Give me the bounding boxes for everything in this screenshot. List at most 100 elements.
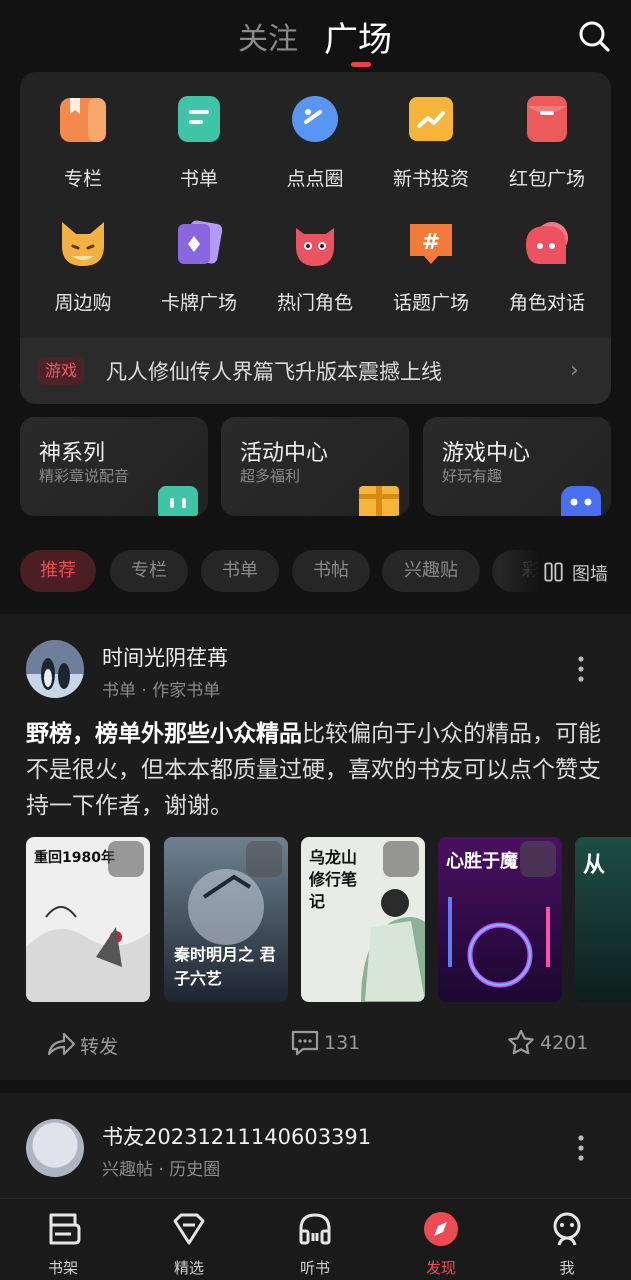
diamond-icon <box>173 1213 205 1245</box>
headphones-icon <box>299 1213 331 1245</box>
nav-profile[interactable]: 我 <box>504 1199 630 1280</box>
book-title: 秦时明月之 君子六艺 <box>174 945 276 988</box>
grid-item-merch[interactable]: 周边购 <box>28 196 138 314</box>
chips-fade <box>500 550 540 594</box>
card-activity-center[interactable]: 活动中心 超多福利 <box>221 417 409 516</box>
card-subtitle: 精彩章说配音 <box>39 467 130 485</box>
gift-icon <box>359 486 399 516</box>
avatar[interactable] <box>26 1119 84 1177</box>
chat-bubble-icon <box>522 218 572 268</box>
post-title: 野榜，榜单外那些小众精品 <box>26 721 302 747</box>
nav-label: 听书 <box>299 1259 330 1277</box>
like-count: 4201 <box>540 1032 589 1054</box>
nav-audiobook[interactable]: 听书 <box>252 1199 378 1280</box>
chip-column[interactable]: 专栏 <box>110 550 188 592</box>
grid-label: 话题广场 <box>392 292 469 314</box>
fox-icon <box>58 218 108 268</box>
book-cover[interactable]: 从 <box>575 837 631 1002</box>
card-game-center[interactable]: 游戏中心 好玩有趣 <box>423 417 611 516</box>
grid-label: 点点圈 <box>286 168 344 190</box>
post-card[interactable]: 时间光阴荏苒 书单 · 作家书单 野榜，榜单外那些小众精品比较偏向于小众的精品，… <box>0 614 631 1080</box>
add-to-shelf-icon[interactable] <box>108 841 144 877</box>
chevron-right-icon: › <box>570 358 579 383</box>
more-vertical-icon[interactable] <box>571 1133 591 1163</box>
image-wall-label: 图墙 <box>572 564 608 585</box>
grid-item-hot-roles[interactable]: 热门角色 <box>260 196 370 314</box>
add-to-shelf-icon[interactable] <box>520 841 556 877</box>
book-cover[interactable]: 乌龙山修行笔记 <box>301 837 425 1002</box>
add-to-shelf-icon[interactable] <box>383 841 419 877</box>
hashtag-icon: # <box>406 218 456 268</box>
grid-label: 卡牌广场 <box>160 292 237 314</box>
grid-label: 书单 <box>179 168 218 190</box>
post-username[interactable]: 书友20231211140603391 <box>102 1121 371 1151</box>
grid-label: 周边购 <box>54 292 112 314</box>
like-button[interactable]: 4201 <box>506 1028 606 1060</box>
grid-label: 新书投资 <box>392 168 469 190</box>
grid-item-invest[interactable]: 新书投资 <box>376 72 486 190</box>
booklist-icon <box>174 94 224 144</box>
chip-interest-post[interactable]: 兴趣贴 <box>382 550 480 592</box>
grid-label: 热门角色 <box>276 292 353 314</box>
grid-item-column[interactable]: 专栏 <box>28 72 138 190</box>
star-icon <box>508 1029 534 1055</box>
invest-icon <box>406 94 456 144</box>
image-wall-button[interactable]: 图墙 <box>540 550 631 594</box>
book-cover[interactable]: 重回1980年 <box>26 837 150 1002</box>
grid-item-redpacket[interactable]: 红包广场 <box>492 72 602 190</box>
bookshelf-icon <box>49 1213 81 1245</box>
comment-icon <box>291 1030 319 1056</box>
book-cover[interactable]: 心胜于魔 <box>438 837 562 1002</box>
book-title: 重回1980年 <box>34 850 115 866</box>
nav-featured[interactable]: 精选 <box>126 1199 252 1280</box>
grid-item-topics[interactable]: # 话题广场 <box>376 196 486 314</box>
post-meta: 兴趣帖 · 历史圈 <box>102 1160 221 1180</box>
grid-item-role-chat[interactable]: 角色对话 <box>492 196 602 314</box>
add-to-shelf-icon[interactable] <box>246 841 282 877</box>
grid-item-booklist[interactable]: 书单 <box>144 72 254 190</box>
book-cover[interactable]: 秦时明月之 君子六艺 <box>164 837 288 1002</box>
post-body[interactable]: 野榜，榜单外那些小众精品比较偏向于小众的精品，可能不是很火，但本本都质量过硬，喜… <box>26 716 610 824</box>
tab-square[interactable]: 广场 <box>324 12 392 61</box>
tab-following[interactable]: 关注 <box>238 14 298 58</box>
profile-icon <box>553 1212 581 1246</box>
grid-label: 角色对话 <box>508 292 585 314</box>
compass-icon <box>424 1212 458 1246</box>
chip-recommend[interactable]: 推荐 <box>20 550 96 592</box>
nav-discover[interactable]: 发现 <box>378 1199 504 1280</box>
avatar[interactable] <box>26 640 84 698</box>
more-vertical-icon[interactable] <box>571 654 591 684</box>
post-meta: 书单 · 作家书单 <box>102 681 221 701</box>
grid-item-planet[interactable]: 点点圈 <box>260 72 370 190</box>
nav-label: 我 <box>559 1259 575 1277</box>
promo-text: 凡人修仙传人界篇飞升版本震撼上线 <box>106 360 442 384</box>
share-button[interactable]: 转发 <box>46 1028 166 1060</box>
post-card[interactable]: 书友20231211140603391 兴趣帖 · 历史圈 <box>0 1093 631 1203</box>
card-god-series[interactable]: 神系列 精彩章说配音 <box>20 417 208 516</box>
nav-label: 精选 <box>173 1259 204 1277</box>
promo-banner[interactable]: 游戏 凡人修仙传人界篇飞升版本震撼上线 › <box>20 338 611 404</box>
card-title: 神系列 <box>39 441 106 466</box>
share-label: 转发 <box>80 1036 119 1058</box>
nav-bookshelf[interactable]: 书架 <box>0 1199 126 1280</box>
search-icon[interactable] <box>576 18 612 54</box>
grid-item-cards[interactable]: 卡牌广场 <box>144 196 254 314</box>
bottom-nav: 书架 精选 听书 发现 我 <box>0 1198 631 1280</box>
nav-label: 发现 <box>425 1259 456 1277</box>
comment-button[interactable]: 131 <box>290 1028 380 1060</box>
post-actions: 转发 131 4201 <box>0 1024 631 1064</box>
comment-count: 131 <box>324 1032 361 1054</box>
svg-text:#: # <box>422 230 440 255</box>
column-icon <box>58 94 108 144</box>
chip-book-post[interactable]: 书帖 <box>292 550 370 592</box>
book-title: 从 <box>583 853 606 878</box>
post-username[interactable]: 时间光阴荏苒 <box>102 642 228 672</box>
card-title: 活动中心 <box>240 441 329 466</box>
redpacket-icon <box>522 94 572 144</box>
book-cover-strip: 重回1980年 秦时明月之 君子六艺 乌龙山修行笔记 心胜于魔 从 <box>26 837 631 1003</box>
card-title: 游戏中心 <box>442 441 531 466</box>
active-tab-indicator <box>351 62 371 67</box>
chip-booklist[interactable]: 书单 <box>201 550 279 592</box>
planet-icon <box>290 94 340 144</box>
monster-icon <box>290 218 340 268</box>
